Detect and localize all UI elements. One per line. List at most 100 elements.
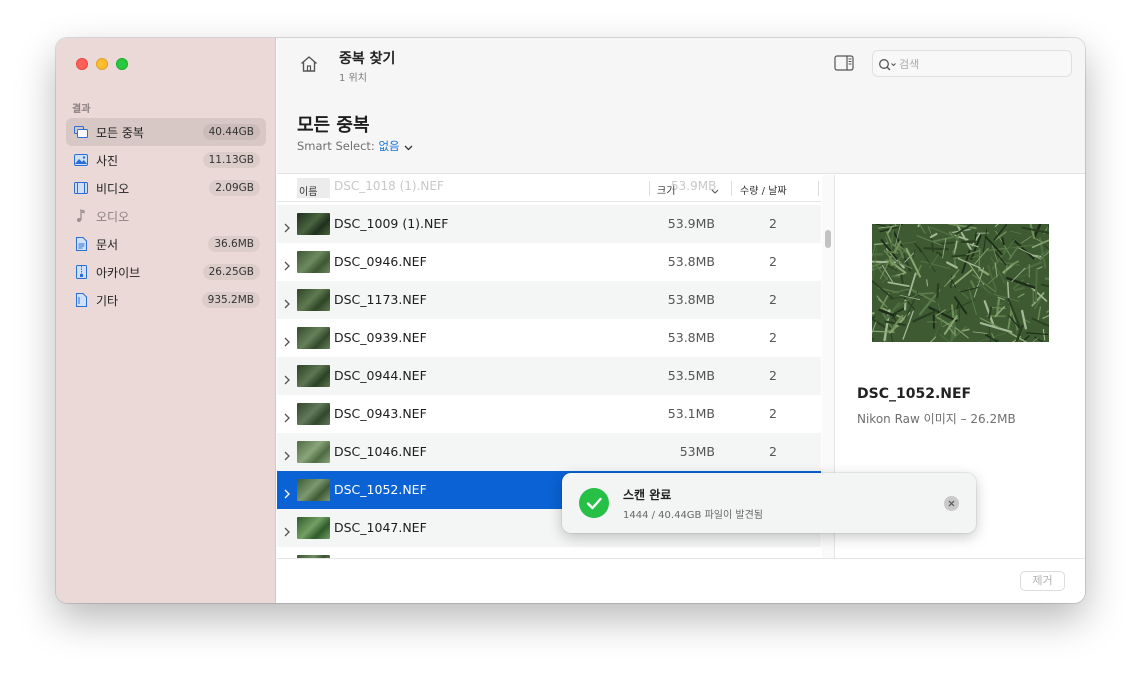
home-icon[interactable] [299,54,321,74]
notification-title: 스캔 완료 [623,488,672,502]
column-divider[interactable] [649,181,650,196]
chevron-right-icon[interactable] [283,522,291,537]
table-row[interactable]: DSC_0946.NEF 53.8MB 2 [277,243,821,281]
duplicate-count: 2 [769,330,777,345]
document-icon [74,237,88,251]
list-header: DSC_1018 (1).NEF 53.9MB 이름 크기 수량 / 날짜 [277,175,821,202]
scrolled-row-name: DSC_1018 (1).NEF [334,179,444,193]
photo-icon [74,153,88,167]
chevron-right-icon[interactable] [283,294,291,309]
column-header-count[interactable]: 수량 / 날짜 [740,182,787,197]
toolbar: 중복 찾기 1 위치 모든 중복 Smart Select: 없음 [277,38,1085,174]
column-header-size[interactable]: 크기 [657,182,719,197]
page-title: 모든 중복 [297,115,370,136]
search-field[interactable] [872,50,1072,77]
file-size: 53.8MB [667,254,715,269]
thumbnail [297,327,330,349]
notification-message: 1444 / 40.44GB 파일이 발견됨 [623,510,763,521]
file-name: DSC_0943.NEF [334,406,427,421]
sidebar-item-label: 사진 [96,153,119,168]
table-row[interactable]: DSC_1046.NEF 53MB 2 [277,433,821,471]
duplicate-count: 2 [769,406,777,421]
chevron-right-icon[interactable] [283,370,291,385]
size-badge: 2.09GB [209,180,260,196]
sidebar-item-other[interactable]: 기타 935.2MB [66,286,266,314]
file-name: DSC_0939.NEF [334,330,427,345]
chevron-right-icon[interactable] [283,332,291,347]
duplicate-count: 2 [769,368,777,383]
toggle-preview-panel-icon[interactable] [834,55,854,71]
sidebar-item-documents[interactable]: 문서 36.6MB [66,230,266,258]
window-subtitle: 1 위치 [339,73,367,84]
sidebar-item-archives[interactable]: 아카이브 26.25GB [66,258,266,286]
thumbnail [297,289,330,311]
minimize-window-button[interactable] [96,58,108,70]
table-row[interactable]: DSC_1009 (1).NEF 53.9MB 2 [277,205,821,243]
thumbnail [297,479,330,501]
file-size: 53.8MB [667,292,715,307]
other-file-icon [74,293,88,307]
chevron-right-icon[interactable] [283,256,291,271]
app-window: 결과 모든 중복 40.44GB 사진 11.13GB 비디오 2.09GB 오… [56,38,1085,603]
sidebar-item-label: 오디오 [96,209,130,224]
size-badge: 935.2MB [201,292,260,308]
sidebar-item-audio[interactable]: 오디오 [66,202,266,230]
file-name: DSC_0944.NEF [334,368,427,383]
column-divider[interactable] [731,181,732,196]
sidebar-item-all-duplicates[interactable]: 모든 중복 40.44GB [66,118,266,146]
file-size: 53MB [679,444,715,459]
column-header-name[interactable]: 이름 [299,183,317,198]
size-badge: 11.13GB [202,152,260,168]
file-size: 53.1MB [667,406,715,421]
copies-icon [74,125,88,139]
close-window-button[interactable] [76,58,88,70]
column-header-size-label: 크기 [657,186,676,197]
search-input[interactable] [899,55,1065,73]
sidebar-item-videos[interactable]: 비디오 2.09GB [66,174,266,202]
table-row[interactable] [277,547,821,558]
smart-select-label: Smart Select: [297,139,375,153]
column-divider[interactable] [818,181,819,196]
file-size: 53.9MB [667,216,715,231]
sidebar-section-label: 결과 [72,104,91,115]
file-size: 53.5MB [667,368,715,383]
main-area: 중복 찾기 1 위치 모든 중복 Smart Select: 없음 DSC_10 [277,38,1085,603]
sidebar-item-label: 아카이브 [96,265,141,280]
duplicate-count: 2 [769,292,777,307]
chevron-right-icon[interactable] [283,408,291,423]
table-row[interactable]: DSC_0939.NEF 53.8MB 2 [277,319,821,357]
remove-button[interactable]: 제거 [1020,571,1065,591]
zoom-window-button[interactable] [116,58,128,70]
music-note-icon [74,209,88,223]
thumbnail [297,213,330,235]
smart-select-dropdown[interactable]: 없음 [378,139,413,154]
file-size: 53.8MB [667,330,715,345]
thumbnail [297,517,330,539]
search-icon [878,57,898,71]
table-row[interactable]: DSC_1173.NEF 53.8MB 2 [277,281,821,319]
chevron-down-icon [404,140,413,154]
smart-select: Smart Select: 없음 [297,138,413,154]
thumbnail [297,365,330,387]
size-badge: 26.25GB [202,264,260,280]
thumbnail [297,441,330,463]
sidebar-item-label: 문서 [96,237,119,252]
film-icon [74,181,88,195]
file-name: DSC_1047.NEF [334,520,427,535]
chevron-right-icon[interactable] [283,446,291,461]
preview-filename: DSC_1052.NEF [857,386,972,402]
size-badge: 36.6MB [208,236,260,252]
scan-complete-notification: 스캔 완료 1444 / 40.44GB 파일이 발견됨 [562,473,976,533]
preview-file-info: Nikon Raw 이미지 – 26.2MB [857,412,1016,426]
file-name: DSC_1052.NEF [334,482,427,497]
close-icon[interactable] [944,496,959,511]
scrollbar-thumb[interactable] [825,230,831,248]
sidebar-item-photos[interactable]: 사진 11.13GB [66,146,266,174]
table-row[interactable]: DSC_0944.NEF 53.5MB 2 [277,357,821,395]
window-title: 중복 찾기 [339,51,396,67]
bottom-bar: 제거 [277,558,1085,603]
chevron-right-icon[interactable] [283,218,291,233]
table-row[interactable]: DSC_0943.NEF 53.1MB 2 [277,395,821,433]
chevron-right-icon[interactable] [283,484,291,499]
file-name: DSC_1046.NEF [334,444,427,459]
